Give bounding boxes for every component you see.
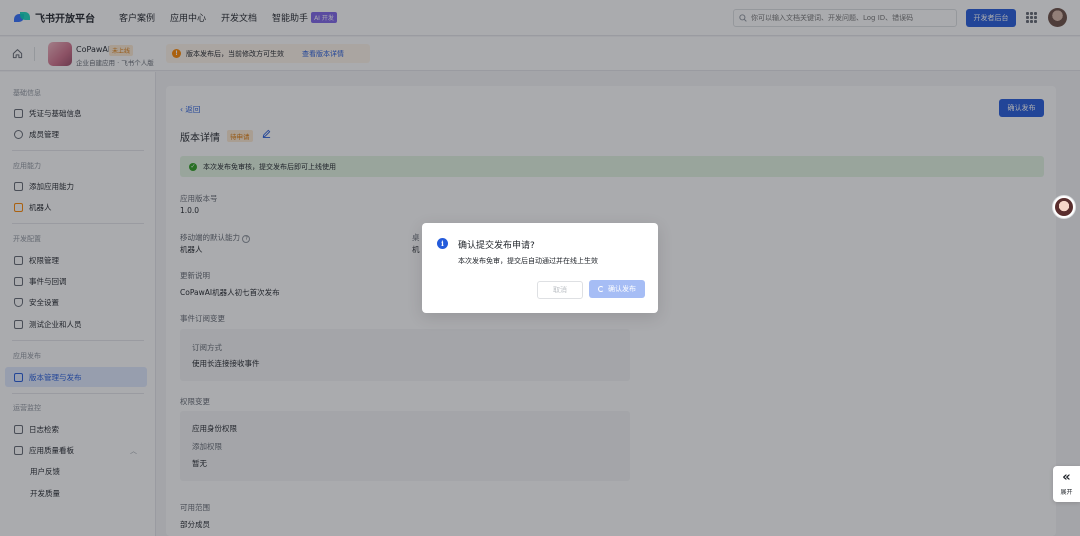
cancel-button[interactable]: 取消 [537, 281, 583, 299]
dialog-confirm-button[interactable]: 确认发布 [589, 280, 645, 298]
assistant-avatar-button[interactable] [1052, 195, 1076, 219]
assistant-face-icon [1055, 198, 1073, 216]
expand-panel-button[interactable]: « 展开 [1053, 466, 1080, 502]
dialog-title: 确认提交发布申请? [458, 241, 535, 251]
double-chevron-left-icon: « [1062, 470, 1071, 485]
expand-label: 展开 [1060, 489, 1073, 496]
dialog-body: 本次发布免审，提交后自动通过并在线上生效 [458, 257, 598, 265]
loading-spinner-icon [598, 286, 604, 292]
info-icon: i [437, 238, 448, 249]
confirm-dialog: i 确认提交发布申请? 本次发布免审，提交后自动通过并在线上生效 取消 确认发布 [422, 223, 658, 313]
dialog-confirm-label: 确认发布 [608, 285, 636, 293]
